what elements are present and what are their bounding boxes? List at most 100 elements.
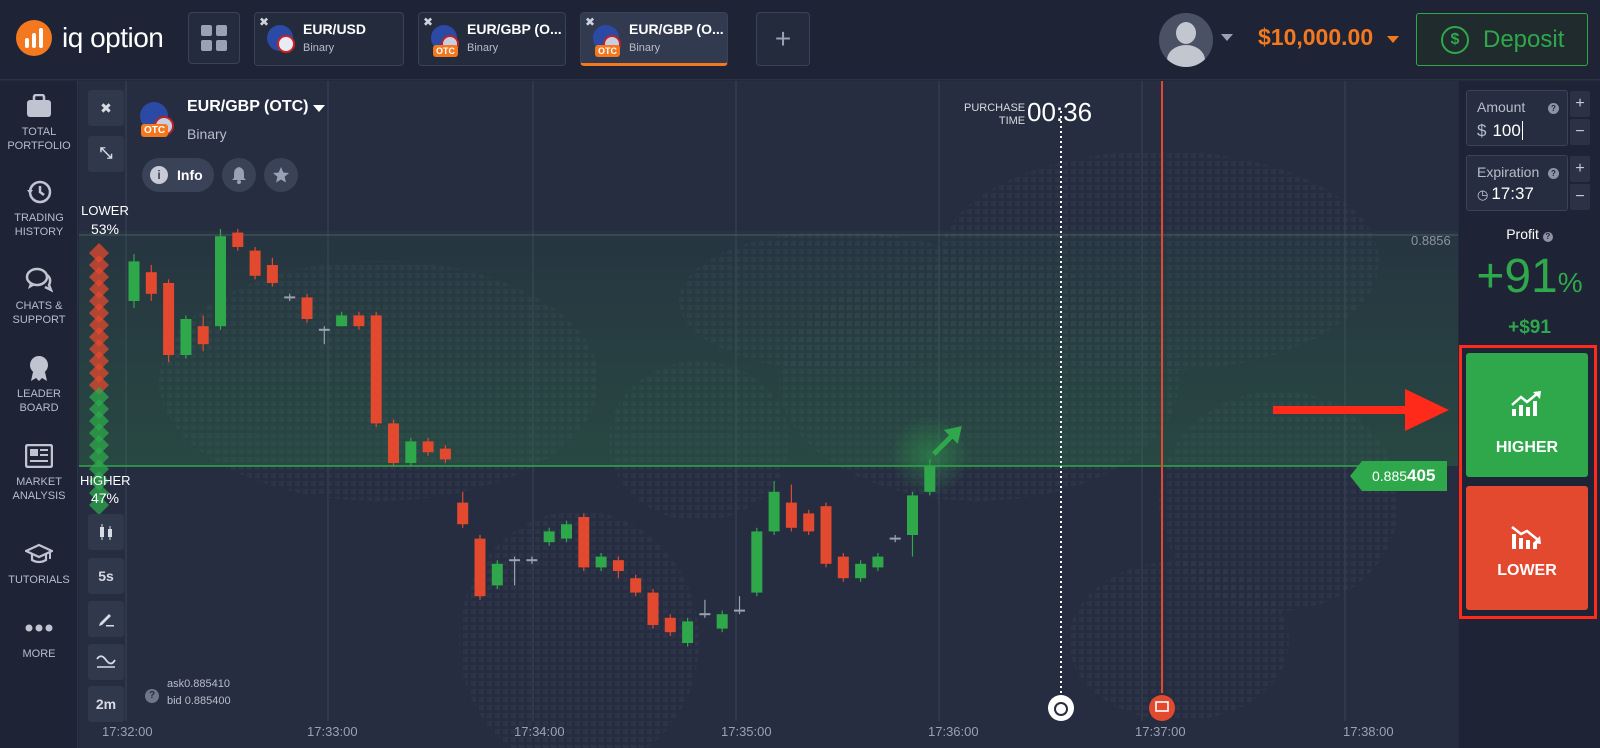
sidebar-label: MORE [22,648,56,660]
favorite-star-button[interactable] [264,158,298,192]
grid-icon [201,25,212,36]
asset-title[interactable]: EUR/GBP (OTC) [187,98,308,116]
amount-label: Amount [1477,99,1526,115]
profit-pct-sign: % [1557,267,1583,298]
tab-eur-usd[interactable]: ✖ EUR/USD Binary [254,12,404,66]
stopwatch-icon [1048,695,1074,721]
sidebar-item-tutorials[interactable]: TUTORIALS [0,541,78,587]
candle-body [785,502,797,528]
purchase-label-line: PURCHASE [964,102,1026,114]
tab-name: EUR/GBP (O... [629,21,724,37]
sidebar-label: TOTAL [21,126,57,138]
expiration-decrease-button[interactable]: − [1570,184,1590,210]
drawing-tools-button[interactable] [88,601,124,637]
collapse-icon[interactable]: ⤡ [88,136,124,172]
otc-badge: OTC [595,45,620,57]
candle-body [405,441,417,463]
sidebar-item-more[interactable]: MORE [0,615,78,661]
candle-body [595,556,607,568]
candle-body [889,537,901,540]
expiration-increase-button[interactable]: + [1570,156,1590,182]
lower-button[interactable]: LOWER [1466,486,1588,610]
candle-body [474,538,486,597]
higher-sentiment-pct: 47% [90,490,120,506]
candle-body [682,621,694,643]
time-axis-label: 17:33:00 [307,724,358,739]
wave-icon [96,655,116,668]
candle-body [820,506,832,564]
chevron-down-icon[interactable] [1387,36,1399,43]
tab-eur-gbp-otc[interactable]: ✖ OTC EUR/GBP (O... Binary [418,12,566,66]
chevron-down-icon[interactable] [1221,34,1233,41]
briefcase-icon [24,93,54,119]
sidebar-item-total-portfolio[interactable]: TOTAL PORTFOLIO [0,93,78,153]
candle-body [837,556,849,579]
candle-body [543,531,555,543]
close-tab-icon[interactable]: ✖ [585,15,595,29]
sidebar-item-trading-history[interactable]: TRADING HISTORY [0,179,78,239]
close-chart-icon[interactable]: ✖ [88,90,124,126]
deposit-button[interactable]: $ Deposit [1416,13,1588,66]
newspaper-icon [24,443,54,469]
candle-body [215,236,226,327]
sidebar-item-leader-board[interactable]: LEADER BOARD [0,355,78,415]
lower-sentiment-label: LOWER [81,203,129,218]
sidebar-label: TRADING [14,212,64,224]
amount-input[interactable]: $100 [1477,121,1557,141]
info-label: Info [177,167,203,183]
time-axis-label: 17:32:00 [102,724,153,739]
help-icon[interactable]: ? [1548,168,1559,179]
tab-eur-gbp-otc-active[interactable]: ✖ OTC EUR/GBP (O... Binary [580,12,728,66]
amount-increase-button[interactable]: + [1570,91,1590,117]
sidebar-label: BOARD [19,402,59,414]
purchase-label-line: TIME [998,115,1026,127]
apps-grid-button[interactable] [188,12,240,64]
indicators-button[interactable] [88,644,124,680]
help-icon[interactable]: ? [1542,232,1553,242]
purchase-countdown: 00:36 [1027,97,1093,127]
period-button[interactable]: 2m [88,686,124,722]
candle-body [872,556,884,568]
expiration-field[interactable]: Expiration ? ◷ 17:37 [1466,155,1568,211]
help-icon[interactable]: ? [1548,103,1559,114]
close-tab-icon[interactable]: ✖ [259,15,269,29]
history-icon [24,179,54,205]
candle-body [751,531,763,593]
candle-body [197,326,209,345]
profit-label-row: Profit ? [1459,226,1600,242]
close-tab-icon[interactable]: ✖ [423,15,433,29]
candle-body [145,272,157,294]
candle-body [422,441,434,453]
higher-sentiment-label: HIGHER [80,473,131,488]
otc-badge: OTC [433,45,458,57]
candle-body [232,232,244,247]
sidebar-item-chats-support[interactable]: CHATS & SUPPORT [0,267,78,327]
candle-body [370,315,382,424]
expiration-value: 17:37 [1491,184,1534,203]
help-icon[interactable]: ? [145,689,159,703]
amount-decrease-button[interactable]: − [1570,119,1590,145]
add-tab-button[interactable]: + [756,12,810,66]
info-button[interactable]: i Info [142,158,214,192]
higher-button[interactable]: HIGHER [1466,353,1588,477]
asset-type: Binary [187,126,227,142]
candle-body [457,502,469,525]
balance[interactable]: $10,000.00 [1258,24,1373,51]
avatar[interactable] [1159,13,1213,67]
candle-body [388,423,399,463]
logo-text: iq option [62,22,164,53]
chevron-down-icon[interactable] [313,105,325,112]
red-arrow-icon [1273,389,1449,431]
chart-type-button[interactable] [88,514,124,550]
price-suffix: 405 [1407,466,1436,485]
amount-value[interactable]: 100 [1492,121,1520,140]
more-icon [24,615,54,641]
profit-pct-value: +91 [1476,250,1558,303]
logo[interactable]: iq option [16,20,164,56]
interval-button[interactable]: 5s [88,558,124,594]
deposit-label: Deposit [1483,25,1565,53]
alert-bell-button[interactable] [222,158,256,192]
amount-field[interactable]: Amount ? $100 [1466,90,1568,146]
sidebar-item-market-analysis[interactable]: MARKET ANALYSIS [0,443,78,503]
lower-sentiment-pct: 53% [90,221,120,237]
